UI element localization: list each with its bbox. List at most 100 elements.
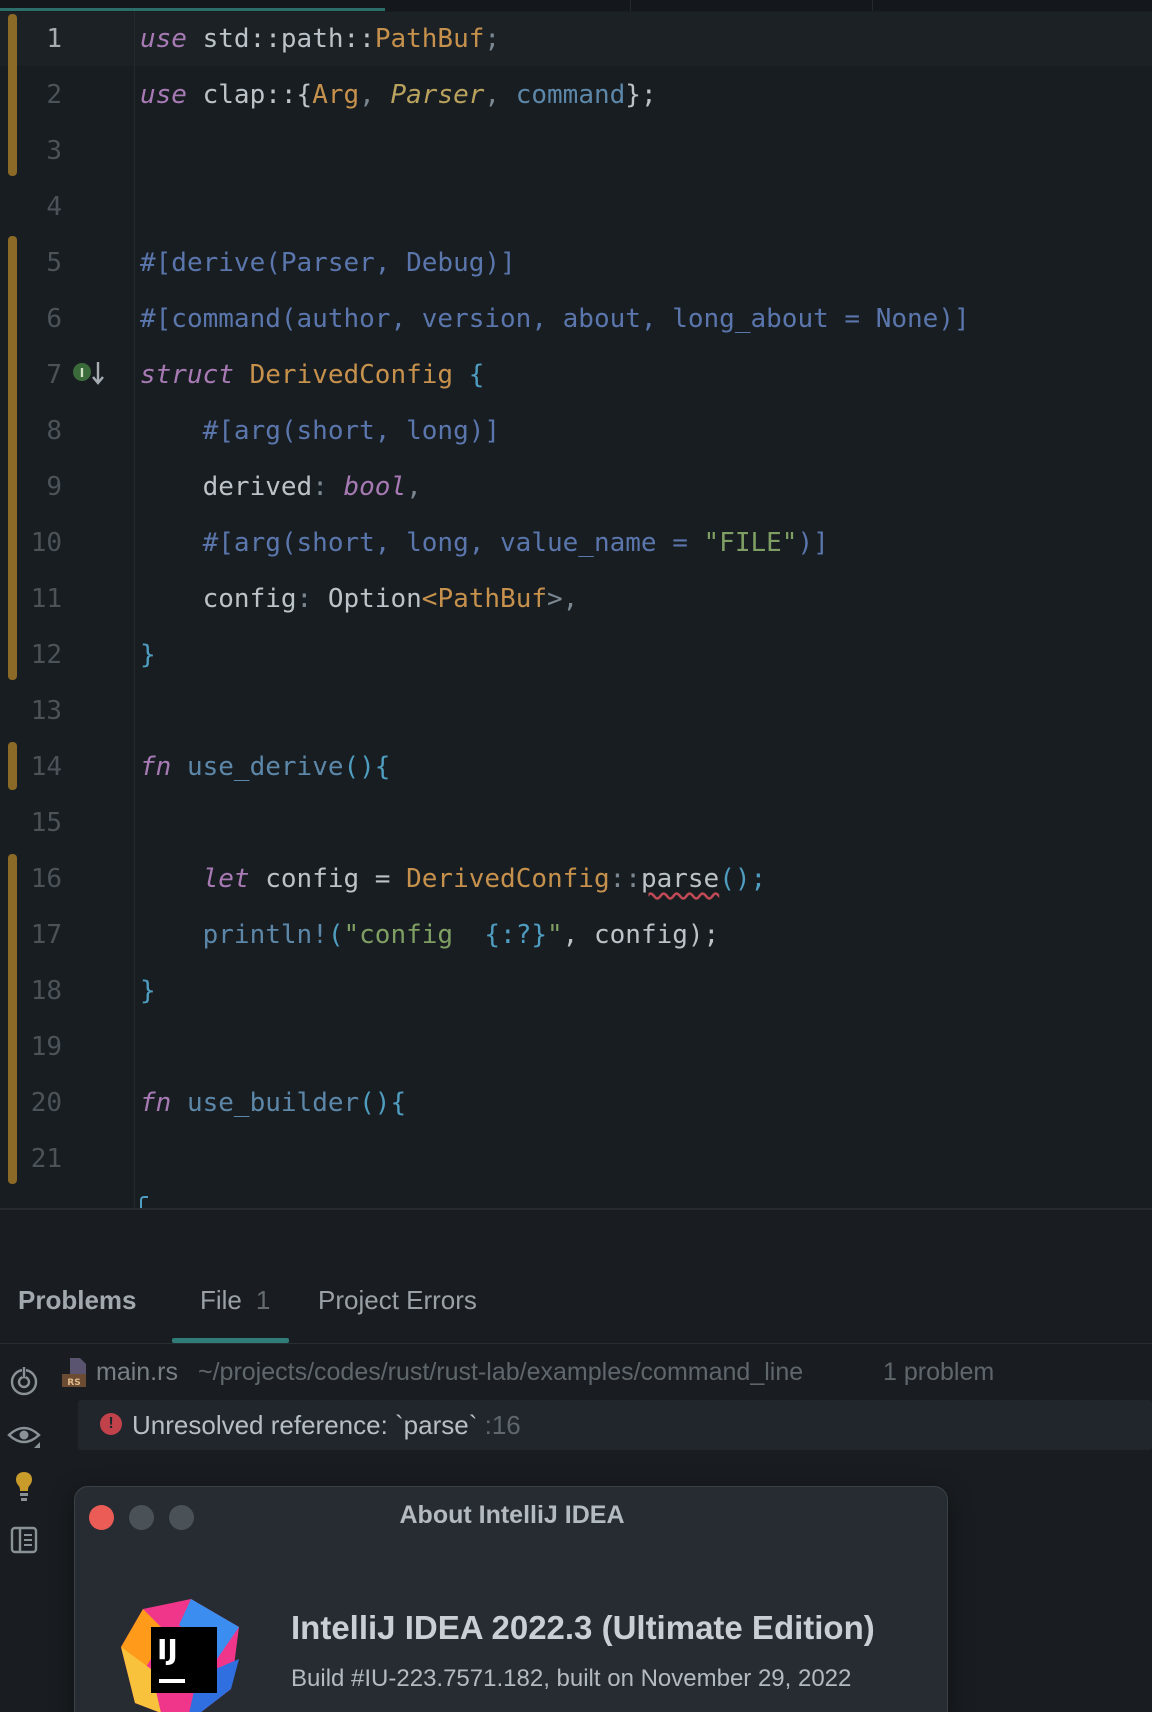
code-line[interactable]: use std::path::PathBuf;: [140, 11, 500, 67]
code-editor[interactable]: 1 2 3 4 5 6 7 8 9 10 11 12 13 14 15 16 1…: [0, 0, 1152, 1208]
code-token: PathBuf: [374, 24, 485, 54]
code-line[interactable]: use clap::{Arg, Parser, command};: [140, 67, 657, 123]
lightbulb-icon[interactable]: [6, 1468, 42, 1504]
error-icon: !: [100, 1413, 122, 1435]
code-line[interactable]: }: [140, 627, 156, 683]
code-token: ::: [609, 864, 641, 894]
code-token: {: [453, 360, 485, 390]
code-line[interactable]: println!("config {:?}", config);: [140, 907, 720, 963]
code-line[interactable]: config: Option<PathBuf>,: [140, 571, 579, 627]
code-token: clap::{: [186, 80, 313, 110]
code-line[interactable]: #[arg(short, long, value_name = "FILE")]: [140, 515, 829, 571]
code-line[interactable]: derived: bool,: [140, 459, 422, 515]
code-line[interactable]: #[arg(short, long)]: [140, 403, 500, 459]
code-line[interactable]: }: [140, 963, 156, 1019]
line-number: 20: [30, 1088, 62, 1118]
auto-scroll-icon[interactable]: [6, 1364, 42, 1400]
line-number: 7: [46, 360, 62, 390]
code-token: :: [312, 472, 344, 502]
code-token: Option: [327, 584, 422, 614]
code-line[interactable]: fn use_builder(){: [140, 1075, 406, 1131]
line-number: 15: [30, 808, 62, 838]
code-token: DerivedConfig: [233, 360, 454, 390]
code-token: PathBuf: [437, 584, 548, 614]
line-number: 3: [46, 136, 62, 166]
line-number: 2: [46, 80, 62, 110]
code-token: command: [515, 80, 626, 110]
problem-count: 1 problem: [883, 1358, 995, 1386]
string-literal: "config: [343, 920, 485, 950]
problem-item[interactable]: ! Unresolved reference: `parse` :16: [78, 1400, 1152, 1450]
problems-file-row[interactable]: RS main.rs ~/projects/codes/rust/rust-la…: [56, 1344, 1152, 1400]
code-token: use_builder: [171, 1088, 360, 1118]
code-token: , config);: [562, 920, 720, 950]
svg-text:I: I: [80, 366, 84, 380]
problems-tab-bar: Problems File 1 Project Errors: [0, 1258, 1152, 1344]
problems-side-toolbar: [0, 1344, 50, 1712]
line-number: 10: [30, 528, 62, 558]
line-number: 9: [46, 472, 62, 502]
keyword: use: [140, 80, 187, 110]
editor-gutter[interactable]: 1 2 3 4 5 6 7 8 9 10 11 12 13 14 15 16 1…: [0, 0, 134, 1208]
code-token: (: [327, 920, 344, 950]
logo-text: IJ: [157, 1633, 178, 1666]
code-token: std::path::: [186, 24, 375, 54]
code-token: ,: [484, 80, 516, 110]
line-number: 11: [30, 584, 62, 614]
tab-label: File: [200, 1285, 242, 1315]
svg-text:RS: RS: [67, 1378, 80, 1388]
product-name: IntelliJ IDEA 2022.3 (Ultimate Edition): [291, 1609, 875, 1646]
code-token: >,: [547, 584, 579, 614]
macro-call: println!: [140, 920, 328, 950]
string-literal: ": [547, 920, 563, 950]
keyword: let: [140, 864, 250, 894]
gutter-divider: [134, 11, 135, 1208]
code-token: Arg: [312, 80, 360, 110]
code-line[interactable]: fn use_derive(){: [140, 739, 390, 795]
preview-panel-icon[interactable]: [6, 1522, 42, 1558]
editor-tab-strip: [0, 0, 1152, 11]
rust-file-icon: RS: [62, 1358, 86, 1388]
line-number: 8: [46, 416, 62, 446]
eye-icon[interactable]: [6, 1418, 42, 1454]
line-number: 17: [30, 920, 62, 950]
problems-title: Problems: [18, 1285, 137, 1315]
line-number: 5: [46, 248, 62, 278]
about-dialog: About IntelliJ IDEA IJ IntelliJ IDEA 202…: [74, 1486, 948, 1712]
attribute: #[derive(Parser, Debug)]: [140, 248, 516, 278]
line-number: 16: [30, 864, 62, 894]
code-line[interactable]: #[command(author, version, about, long_a…: [140, 291, 970, 347]
file-path: ~/projects/codes/rust/rust-lab/examples/…: [198, 1358, 804, 1386]
active-tab-underline: [172, 1338, 289, 1343]
code-line[interactable]: let config = DerivedConfig::parse();: [140, 851, 767, 907]
dialog-titlebar[interactable]: About IntelliJ IDEA: [75, 1487, 947, 1543]
implementation-marker-icon[interactable]: I: [72, 358, 106, 388]
line-number: 21: [30, 1144, 62, 1174]
code-token: config: [140, 584, 297, 614]
code-token: bool: [343, 472, 407, 502]
tab-project-errors[interactable]: Project Errors: [318, 1258, 477, 1344]
code-token: use_derive: [171, 752, 344, 782]
code-line[interactable]: struct DerivedConfig {: [140, 347, 484, 403]
code-token: };: [625, 80, 657, 110]
file-name: main.rs: [96, 1358, 178, 1386]
tab-file[interactable]: File 1: [200, 1258, 270, 1344]
code-token: ,: [359, 80, 391, 110]
problem-message: Unresolved reference: `parse`: [132, 1410, 478, 1440]
attribute: #[arg(short, long)]: [140, 416, 501, 446]
code-token: Parser: [390, 80, 485, 110]
line-number: 14: [30, 752, 62, 782]
keyword: fn: [140, 752, 172, 782]
line-number: 13: [30, 696, 62, 726]
code-token: }: [140, 976, 156, 1006]
dialog-title: About IntelliJ IDEA: [399, 1501, 625, 1529]
unresolved-reference[interactable]: parse: [641, 864, 719, 894]
line-number: 6: [46, 304, 62, 334]
code-token: ();: [719, 864, 767, 894]
intellij-logo-icon: IJ: [121, 1599, 239, 1712]
build-info: Build #IU-223.7571.182, built on Novembe…: [291, 1665, 852, 1692]
code-token: config =: [249, 864, 407, 894]
problem-text: Unresolved reference: `parse` :16: [132, 1400, 521, 1450]
code-line[interactable]: #[derive(Parser, Debug)]: [140, 235, 516, 291]
attribute: #[arg(short, long, value_name =: [140, 528, 704, 558]
